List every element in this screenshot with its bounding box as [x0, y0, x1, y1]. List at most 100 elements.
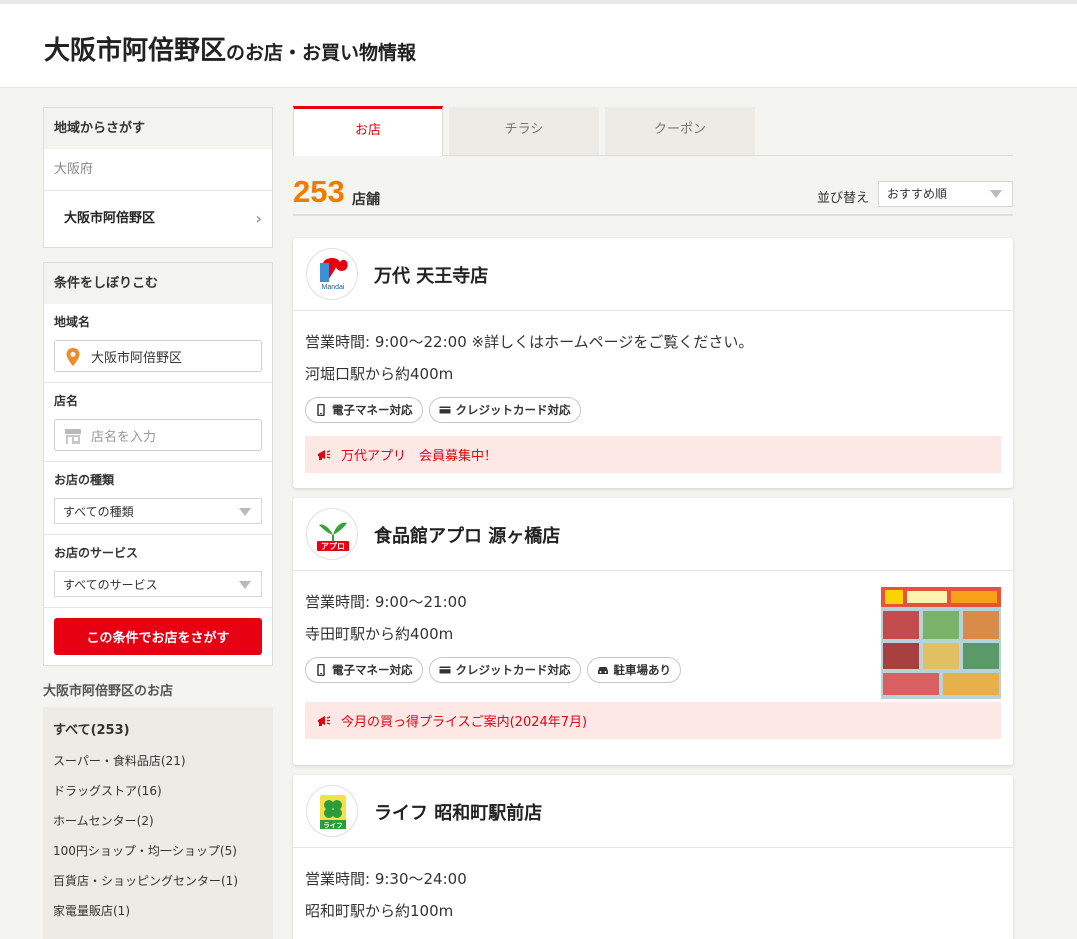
map-pin-icon — [66, 348, 80, 366]
credit-card-icon — [439, 406, 450, 414]
store-count-unit: 店舗 — [352, 192, 380, 208]
store-hours: 営業時間: 9:00〜22:00 ※詳しくはホームページをご覧ください。 — [305, 333, 754, 351]
store-type-value: すべての種類 — [63, 504, 134, 519]
main-content: お店 チラシ クーポン 253 店舗 並び替え おすすめ順 Mandai 万代 … — [293, 106, 1013, 939]
service-label: お店のサービス — [54, 546, 139, 560]
area-filter: 地域名 大阪市阿倍野区 — [44, 304, 272, 383]
category-list: すべて(253) スーパー・食料品店(21) ドラッグストア(16) ホームセン… — [43, 707, 273, 939]
store-card-header: Mandai 万代 天王寺店 — [293, 238, 1013, 311]
store-card[interactable]: ライフ ライフ 昭和町駅前店 営業時間: 9:30〜24:00 昭和町駅から約1… — [293, 775, 1013, 939]
category-item-100yen-shop[interactable]: 100円ショップ・均一ショップ(5) — [53, 841, 263, 871]
tag-label: クレジットカード対応 — [455, 663, 571, 677]
tab-bar: お店 チラシ クーポン — [293, 106, 1013, 156]
store-service-select[interactable]: すべてのサービス — [54, 571, 262, 597]
dropdown-arrow-icon — [239, 508, 251, 516]
area-label: 地域名 — [54, 315, 91, 329]
store-logo-apro: アプロ — [306, 508, 358, 560]
logo-text: ライフ — [323, 822, 343, 830]
page-title-area: 大阪市阿倍野区 — [44, 36, 227, 66]
store-name[interactable]: 食品館アプロ 源ヶ橋店 — [374, 522, 560, 548]
credit-card-icon — [439, 666, 450, 674]
store-notice[interactable]: 今月の買っ得プライスご案内(2024年7月) — [305, 702, 1001, 739]
shop-icon — [65, 429, 81, 444]
store-tags: 電子マネー対応 クレジットカード対応 — [305, 397, 1001, 423]
sidebar: 地域からさがす 大阪府 大阪市阿倍野区 › 条件をしぼりこむ 地域名 大阪市阿倍… — [43, 107, 273, 939]
dropdown-arrow-icon — [239, 581, 251, 589]
region-city-link[interactable]: 大阪市阿倍野区 › — [44, 191, 272, 247]
store-logo-life: ライフ — [306, 785, 358, 837]
megaphone-icon — [318, 715, 331, 726]
area-input-value: 大阪市阿倍野区 — [91, 350, 183, 366]
page-header: 大阪市阿倍野区のお店・お買い物情報 — [0, 0, 1077, 88]
name-filter: 店名 店名を入力 — [44, 383, 272, 462]
store-hours: 営業時間: 9:30〜24:00 — [305, 870, 467, 888]
region-prefecture-link[interactable]: 大阪府 — [44, 149, 272, 191]
category-item-supermarket[interactable]: スーパー・食料品店(21) — [53, 751, 263, 781]
car-icon — [597, 667, 608, 674]
search-button-row: この条件でお店をさがす — [44, 608, 272, 665]
sort-value: おすすめ順 — [887, 187, 948, 201]
store-service-value: すべてのサービス — [63, 577, 158, 592]
store-card-body: 営業時間: 9:00〜21:00 寺田町駅から約400m 電子マネー対応 クレジ… — [293, 571, 1013, 739]
category-item-electronics[interactable]: 家電量販店(1) — [53, 901, 263, 931]
tag-e-money: 電子マネー対応 — [305, 657, 423, 683]
tag-label: 電子マネー対応 — [332, 663, 413, 677]
tab-stores[interactable]: お店 — [293, 106, 443, 156]
tag-label: 駐車場あり — [613, 663, 672, 677]
notice-text: 今月の買っ得プライスご案内(2024年7月) — [341, 715, 588, 730]
region-box: 地域からさがす 大阪府 大阪市阿倍野区 › — [43, 107, 273, 248]
sort-select[interactable]: おすすめ順 — [878, 181, 1013, 207]
tag-label: クレジットカード対応 — [455, 403, 571, 417]
region-city-label: 大阪市阿倍野区 — [64, 211, 156, 226]
smartphone-icon — [317, 664, 325, 676]
page-title: 大阪市阿倍野区のお店・お買い物情報 — [44, 30, 416, 67]
flyer-thumbnail[interactable] — [881, 587, 1001, 699]
store-type-select[interactable]: すべての種類 — [54, 498, 262, 524]
store-card-body: 営業時間: 9:00〜22:00 ※詳しくはホームページをご覧ください。 河堀口… — [293, 311, 1013, 473]
name-label: 店名 — [54, 394, 79, 408]
tag-label: 電子マネー対応 — [332, 403, 413, 417]
store-card[interactable]: Mandai 万代 天王寺店 営業時間: 9:00〜22:00 ※詳しくはホーム… — [293, 238, 1013, 488]
region-heading: 地域からさがす — [44, 108, 272, 149]
type-filter: お店の種類 すべての種類 — [44, 462, 272, 535]
store-name-placeholder: 店名を入力 — [91, 429, 157, 445]
category-item-department-store[interactable]: 百貨店・ショッピングセンター(1) — [53, 871, 263, 901]
category-item-all[interactable]: すべて(253) — [53, 721, 263, 751]
tab-flyers[interactable]: チラシ — [449, 107, 599, 155]
filter-heading: 条件をしぼりこむ — [44, 263, 272, 304]
tag-credit-card: クレジットカード対応 — [428, 657, 581, 683]
type-label: お店の種類 — [54, 473, 115, 487]
dropdown-arrow-icon — [990, 190, 1002, 198]
area-input[interactable]: 大阪市阿倍野区 — [54, 340, 262, 372]
search-stores-button[interactable]: この条件でお店をさがす — [54, 618, 262, 655]
store-name[interactable]: 万代 天王寺店 — [374, 262, 488, 288]
store-logo-mandai: Mandai — [306, 248, 358, 300]
store-notice[interactable]: 万代アプリ 会員募集中！ — [305, 436, 1001, 473]
store-card-header: ライフ ライフ 昭和町駅前店 — [293, 775, 1013, 848]
page-title-sub: のお店・お買い物情報 — [226, 42, 417, 64]
filter-box: 条件をしぼりこむ 地域名 大阪市阿倍野区 店名 店名を入力 お店の種類 すべての… — [43, 262, 273, 666]
result-count-row: 253 店舗 並び替え おすすめ順 — [293, 156, 1013, 216]
store-name[interactable]: ライフ 昭和町駅前店 — [374, 799, 542, 825]
category-item-home-center[interactable]: ホームセンター(2) — [53, 811, 263, 841]
smartphone-icon — [317, 404, 325, 416]
tag-credit-card: クレジットカード対応 — [428, 397, 581, 423]
category-heading: 大阪市阿倍野区のお店 — [43, 684, 174, 699]
service-filter: お店のサービス すべてのサービス — [44, 535, 272, 608]
store-access: 昭和町駅から約100m — [305, 902, 454, 920]
store-count: 253 — [293, 174, 345, 209]
store-name-input[interactable]: 店名を入力 — [54, 419, 262, 451]
category-item-drugstore[interactable]: ドラッグストア(16) — [53, 781, 263, 811]
chevron-right-icon: › — [255, 209, 262, 228]
notice-text: 万代アプリ 会員募集中！ — [341, 449, 498, 464]
tab-coupons[interactable]: クーポン — [605, 107, 755, 155]
store-card-header: アプロ 食品館アプロ 源ヶ橋店 — [293, 498, 1013, 571]
store-access: 河堀口駅から約400m — [305, 365, 454, 383]
sort-label: 並び替え — [817, 191, 870, 206]
tag-parking: 駐車場あり — [586, 657, 681, 683]
logo-text: Mandai — [322, 284, 345, 291]
tag-e-money: 電子マネー対応 — [305, 397, 423, 423]
logo-text: アプロ — [321, 541, 345, 551]
store-card[interactable]: アプロ 食品館アプロ 源ヶ橋店 営業時間: 9:00〜21:00 寺田町駅から約… — [293, 498, 1013, 765]
megaphone-icon — [318, 449, 331, 460]
